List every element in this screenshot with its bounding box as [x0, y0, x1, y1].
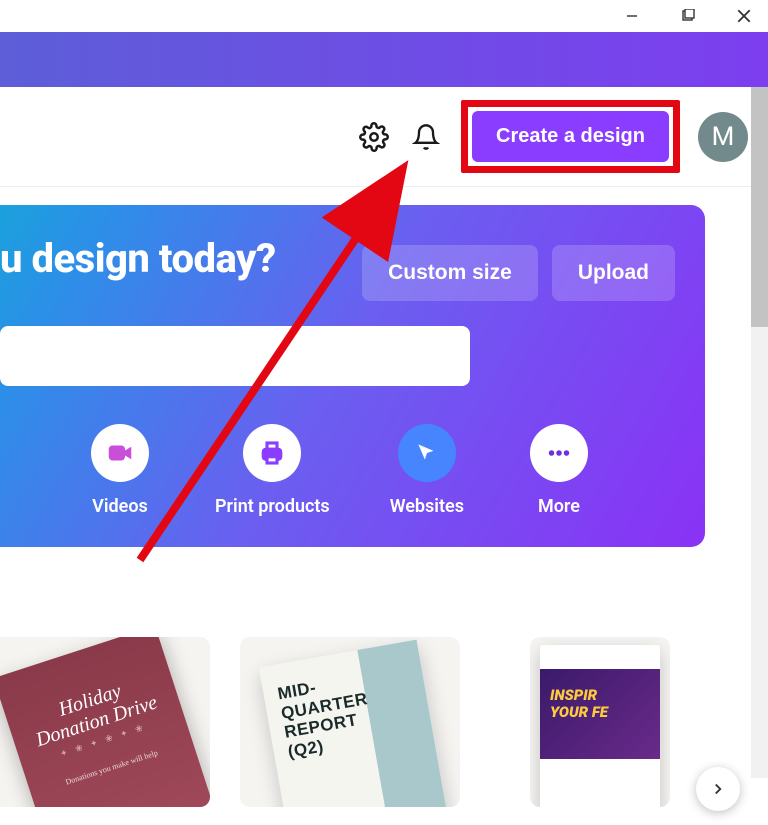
category-label: More	[538, 496, 580, 517]
close-button[interactable]	[730, 2, 758, 30]
template-card-holiday[interactable]: HolidayDonation Drive ✦ ❀ ✦ ❀ ✦ ❀ Donati…	[0, 637, 210, 807]
hero-actions: Custom size Upload	[362, 245, 675, 301]
website-icon	[398, 424, 456, 482]
gear-icon	[359, 122, 389, 152]
more-icon	[530, 424, 588, 482]
main-content: u design today? Custom size Upload ia Vi…	[0, 187, 768, 825]
create-design-highlight: Create a design	[461, 100, 680, 173]
category-label: Websites	[390, 496, 464, 517]
app-header: Create a design M	[0, 87, 768, 187]
search-input[interactable]	[0, 326, 470, 386]
hero-panel: u design today? Custom size Upload ia Vi…	[0, 205, 705, 547]
maximize-button[interactable]	[674, 2, 702, 30]
template-preview: INSPIRYOUR FE	[540, 645, 660, 807]
print-icon	[243, 424, 301, 482]
notifications-button[interactable]	[409, 120, 443, 154]
category-print-products[interactable]: Print products	[215, 424, 330, 517]
vertical-scrollbar[interactable]	[751, 87, 768, 778]
category-social-media[interactable]: ia	[0, 424, 25, 517]
category-videos[interactable]: Videos	[85, 424, 155, 517]
video-icon	[91, 424, 149, 482]
category-websites[interactable]: Websites	[390, 424, 464, 517]
template-card-report[interactable]: MID- QUARTER REPORT (Q2)	[240, 637, 460, 807]
templates-row: HolidayDonation Drive ✦ ❀ ✦ ❀ ✦ ❀ Donati…	[0, 637, 768, 807]
user-avatar[interactable]: M	[698, 112, 748, 162]
template-preview: MID- QUARTER REPORT (Q2)	[259, 640, 451, 807]
scrollbar-thumb[interactable]	[751, 87, 768, 327]
top-banner	[0, 32, 768, 87]
next-templates-button[interactable]	[696, 767, 740, 811]
minimize-button[interactable]	[618, 2, 646, 30]
category-more[interactable]: More	[524, 424, 594, 517]
window-titlebar	[0, 0, 768, 32]
upload-button[interactable]: Upload	[552, 245, 675, 301]
category-label: Print products	[215, 496, 330, 517]
chevron-right-icon	[709, 780, 727, 798]
template-card-inspire[interactable]: INSPIRYOUR FE	[530, 637, 670, 807]
custom-size-button[interactable]: Custom size	[362, 245, 538, 301]
category-row: ia Videos Print products Websites	[0, 424, 675, 517]
settings-button[interactable]	[357, 120, 391, 154]
bell-icon	[412, 123, 440, 151]
template-preview: HolidayDonation Drive ✦ ❀ ✦ ❀ ✦ ❀ Donati…	[0, 637, 210, 807]
create-design-button[interactable]: Create a design	[472, 111, 669, 162]
category-label: Videos	[92, 496, 148, 517]
